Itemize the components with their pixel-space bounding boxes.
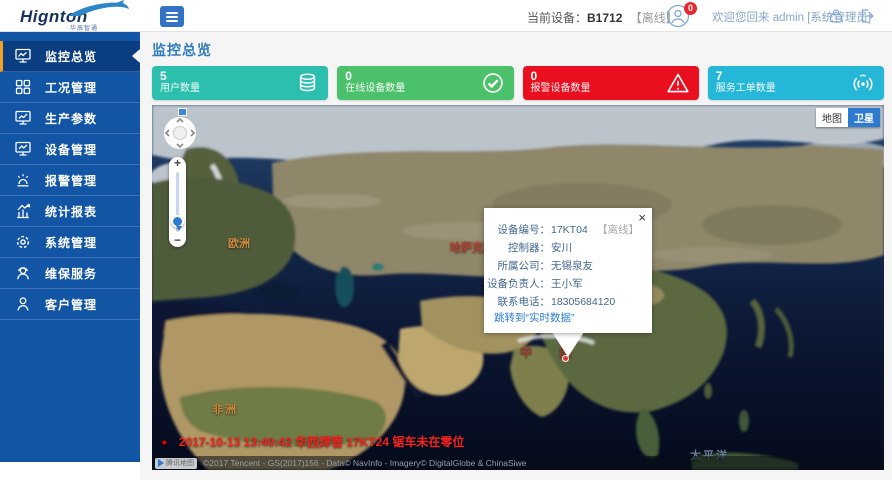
current-device-value: B1712 [587, 11, 622, 25]
row-value: 17KT04 [551, 221, 588, 239]
map-type-map-button[interactable]: 地图 [816, 108, 848, 127]
collapse-menu-button[interactable] [160, 6, 184, 27]
zoom-knob[interactable] [171, 215, 184, 228]
map-container[interactable]: 欧洲 哈萨克斯坦 中 国 非洲 太平洋 + − 地图 [152, 105, 884, 470]
stat-card-work-orders[interactable]: 7 服务工单数量 [708, 66, 884, 100]
row-label: 所属公司： [484, 257, 550, 275]
map-type-satellite-button[interactable]: 卫星 [848, 108, 880, 127]
sidebar-item-label: 工况管理 [45, 79, 97, 96]
stat-card-alarm-devices[interactable]: 0 报警设备数量 [523, 66, 699, 100]
sidebar-item-maintenance-service[interactable]: 维保服务 [0, 258, 140, 289]
current-device-label: 当前设备： [527, 11, 587, 25]
popup-row-controller: 控制器： 安川 [484, 239, 652, 257]
sidebar-item-label: 系统管理 [45, 234, 97, 251]
row-value: 无锡泉友 [551, 257, 593, 275]
alarm-ticker-text: 2017-10-13 13:40:42 华西焊管 17KT24 锯车未在零位 [179, 433, 464, 450]
notification-badge[interactable]: 0 [684, 2, 697, 15]
row-label: 联系电话： [484, 293, 550, 311]
page-title: 监控总览 [152, 40, 212, 60]
current-device-info: 当前设备：B1712 【离线】 [527, 9, 678, 26]
screen-chart-icon [14, 109, 32, 127]
hamburger-icon [166, 10, 178, 24]
bar-chart-icon [14, 202, 32, 220]
map-zoom-slider[interactable]: + − [169, 157, 186, 247]
sidebar-item-statistics-report[interactable]: 统计报表 [0, 196, 140, 227]
popup-row-owner: 设备负责人： 王小军 [484, 275, 652, 293]
brand-subtext: 华辰智通 [70, 23, 98, 32]
attribution-text: ©2017 Tencent - GS(2017)156 - Data© NavI… [203, 458, 526, 468]
alarm-bullet-icon: • [162, 434, 167, 450]
brand-logo: Hignton 华辰智通 [18, 1, 136, 31]
sidebar-item-label: 监控总览 [45, 48, 97, 65]
stat-card-users[interactable]: 5 用户数量 [152, 66, 328, 100]
stat-cards-row: 5 用户数量 0 在线设备数量 0 报警设备数量 [152, 66, 884, 100]
sidebar-item-label: 维保服务 [45, 265, 97, 282]
person-icon [14, 295, 32, 313]
screen-icon [14, 140, 32, 158]
row-value: 18305684120 [551, 293, 615, 311]
tencent-logo-icon [158, 459, 164, 467]
device-info-popup: × 设备编号： 17KT04 【离线】 控制器： 安川 所属公司： 无锡泉友 [484, 208, 652, 333]
username: admin [系统管理员] [773, 12, 871, 24]
row-value: 王小军 [551, 275, 583, 293]
broadcast-icon [851, 71, 875, 95]
popup-tail [550, 332, 586, 358]
welcome-text: 欢迎您回来 [712, 12, 770, 24]
sidebar-item-monitor-overview[interactable]: 监控总览 [0, 41, 140, 72]
sidebar-item-label: 统计报表 [45, 203, 97, 220]
alarm-icon [14, 171, 32, 189]
brand-swoosh-icon [66, 0, 130, 20]
welcome-message: 欢迎您回来 admin [系统管理员] [712, 9, 871, 25]
gear-icon [14, 233, 32, 251]
grid-icon [14, 78, 32, 96]
sidebar-item-system-management[interactable]: 系统管理 [0, 227, 140, 258]
popup-row-phone: 联系电话： 18305684120 [484, 293, 652, 311]
tencent-logo-text: 腾讯地图 [166, 458, 194, 468]
service-icon [14, 264, 32, 282]
row-label: 控制器： [484, 239, 550, 257]
logout-icon[interactable] [858, 7, 876, 25]
top-header: Hignton 华辰智通 当前设备：B1712 【离线】 0 欢迎您回来 adm… [0, 0, 892, 32]
popup-rows: 设备编号： 17KT04 【离线】 控制器： 安川 所属公司： 无锡泉友 设备负… [484, 208, 652, 311]
sidebar-item-label: 客户管理 [45, 296, 97, 313]
map-pan-control[interactable] [162, 115, 198, 151]
popup-row-device-id: 设备编号： 17KT04 【离线】 [484, 221, 652, 239]
sidebar-item-production-params[interactable]: 生产参数 [0, 103, 140, 134]
map-label-europe: 欧洲 [228, 235, 250, 251]
sidebar-item-device-management[interactable]: 设备管理 [0, 134, 140, 165]
sidebar-item-customer-management[interactable]: 客户管理 [0, 289, 140, 320]
map-tool-icon[interactable] [178, 108, 187, 116]
sidebar-nav: 监控总览 工况管理 生产参数 设备管理 报警管理 [0, 32, 140, 462]
sidebar-item-label: 设备管理 [45, 141, 97, 158]
check-circle-icon [481, 71, 505, 95]
row-status: 【离线】 [597, 221, 639, 239]
app-window: Hignton 华辰智通 当前设备：B1712 【离线】 0 欢迎您回来 adm… [0, 0, 892, 480]
zoom-in-button[interactable]: + [169, 157, 186, 170]
warning-triangle-icon [666, 71, 690, 95]
popup-row-company: 所属公司： 无锡泉友 [484, 257, 652, 275]
row-label: 设备编号： [484, 221, 550, 239]
row-value: 安川 [551, 239, 572, 257]
row-label: 设备负责人： [484, 275, 550, 293]
zoom-out-button[interactable]: − [169, 234, 186, 247]
stat-card-online-devices[interactable]: 0 在线设备数量 [337, 66, 513, 100]
sidebar-item-working-condition[interactable]: 工况管理 [0, 72, 140, 103]
sidebar-item-alarm-management[interactable]: 报警管理 [0, 165, 140, 196]
map-label-africa: 非洲 [212, 401, 238, 417]
sidebar-item-label: 生产参数 [45, 110, 97, 127]
monitor-icon [14, 47, 32, 65]
realtime-data-link[interactable]: 跳转到“实时数据” [494, 310, 575, 325]
map-type-toggle: 地图 卫星 [816, 108, 880, 127]
database-icon [296, 72, 319, 95]
tencent-maps-logo: 腾讯地图 [155, 458, 197, 469]
sidebar-item-label: 报警管理 [45, 172, 97, 189]
map-attribution-bar: 腾讯地图 ©2017 Tencent - GS(2017)156 - Data©… [152, 456, 884, 470]
main-content: 监控总览 5 用户数量 0 在线设备数量 0 [140, 32, 892, 480]
alarm-ticker[interactable]: • 2017-10-13 13:40:42 华西焊管 17KT24 锯车未在零位 [162, 433, 464, 450]
lock-screen-icon[interactable] [827, 7, 845, 25]
